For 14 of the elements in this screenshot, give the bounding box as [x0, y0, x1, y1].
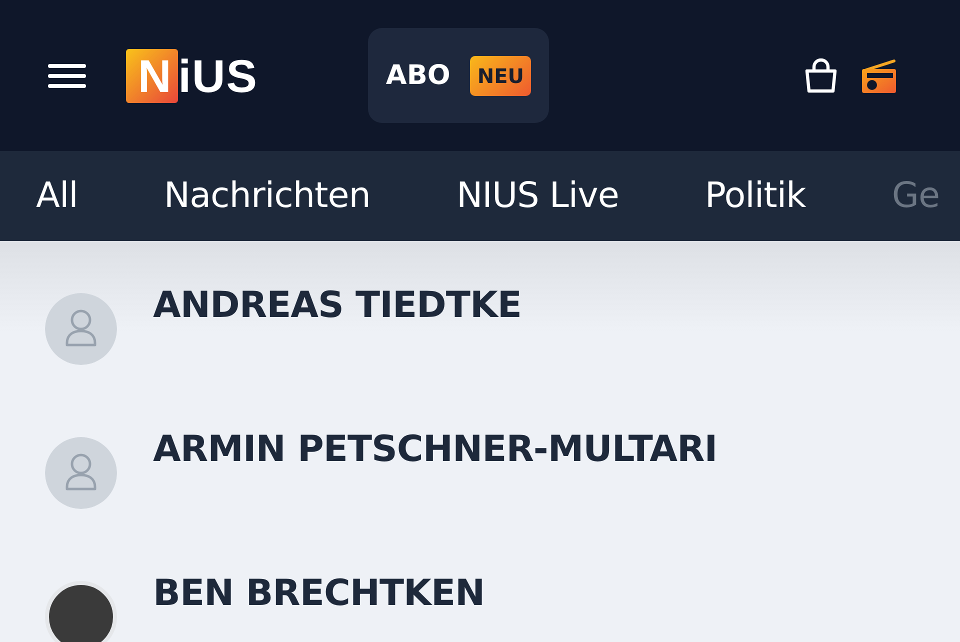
logo[interactable]: N iUS	[126, 48, 258, 102]
category-tab[interactable]: Politik	[704, 176, 806, 216]
category-tab[interactable]: All	[36, 176, 78, 216]
author-name[interactable]: ARMIN PETSCHNER-MULTARI	[153, 429, 718, 470]
author-name[interactable]: BEN BRECHTKEN	[153, 573, 485, 614]
radio-icon[interactable]	[860, 58, 898, 94]
author-name[interactable]: ANDREAS TIEDTKE	[153, 285, 522, 326]
category-tab[interactable]: Nachrichten	[164, 176, 370, 216]
person-avatar-icon	[45, 293, 117, 365]
person-avatar-icon	[45, 437, 117, 509]
abo-button[interactable]: ABO NEU	[368, 28, 549, 123]
photo-placeholder	[45, 581, 117, 642]
category-tab[interactable]: NIUS Live	[456, 176, 619, 216]
new-badge: NEU	[470, 56, 531, 96]
